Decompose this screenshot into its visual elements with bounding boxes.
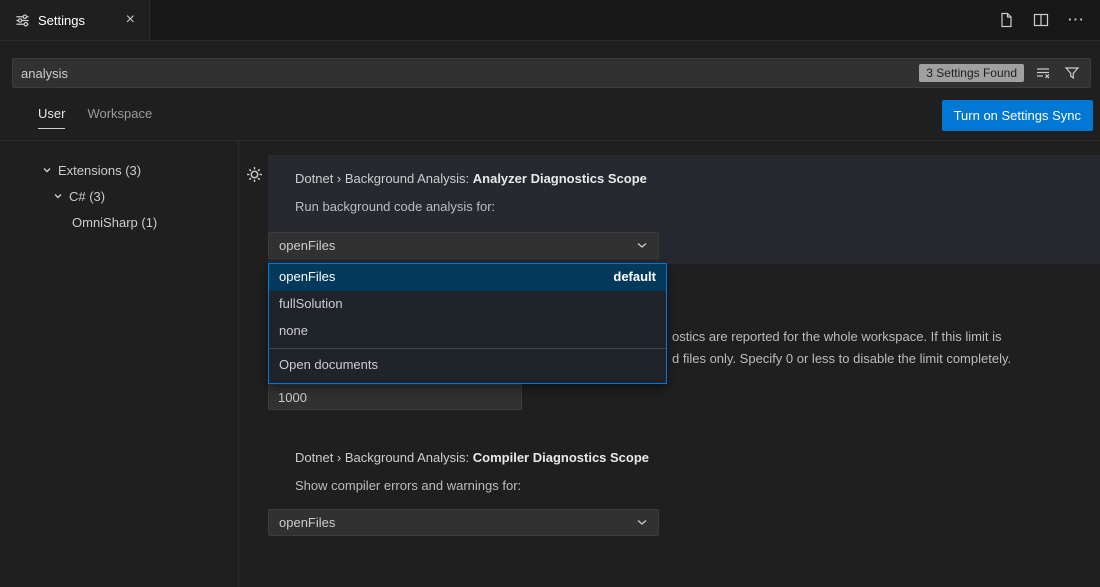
diagnostics-limit-input[interactable] bbox=[268, 384, 522, 410]
close-icon[interactable]: × bbox=[122, 11, 139, 29]
editor-actions: ⋯ bbox=[996, 0, 1086, 40]
filter-icon[interactable] bbox=[1062, 63, 1082, 83]
setting-description: Show compiler errors and warnings for: bbox=[295, 478, 521, 493]
select-value: openFiles bbox=[279, 238, 335, 253]
setting-title: Dotnet › Background Analysis: Compiler D… bbox=[295, 450, 649, 465]
setting-name: Analyzer Diagnostics Scope bbox=[473, 171, 647, 186]
clear-filters-icon[interactable] bbox=[1033, 63, 1053, 83]
tab-settings[interactable]: Settings × bbox=[0, 0, 150, 40]
settings-list: Dotnet › Background Analysis: Analyzer D… bbox=[239, 141, 1100, 587]
editor-tab-bar: Settings × ⋯ bbox=[0, 0, 1100, 41]
scope-tabs: User Workspace bbox=[38, 102, 152, 129]
chevron-down-icon[interactable] bbox=[50, 191, 66, 201]
select-value: openFiles bbox=[279, 515, 335, 530]
tree-item-label: Extensions (3) bbox=[58, 163, 141, 178]
settings-found-badge: 3 Settings Found bbox=[919, 64, 1024, 82]
setting-description: Run background code analysis for: bbox=[295, 199, 495, 214]
setting-name: Compiler Diagnostics Scope bbox=[473, 450, 649, 465]
settings-search-bar: 3 Settings Found bbox=[12, 58, 1091, 88]
setting-category: Dotnet › Background Analysis: bbox=[295, 450, 473, 465]
tree-item-label: C# (3) bbox=[69, 189, 105, 204]
chevron-down-icon[interactable] bbox=[39, 165, 55, 175]
gear-icon[interactable] bbox=[246, 166, 264, 184]
tree-item-omnisharp[interactable]: OmniSharp (1) bbox=[0, 209, 238, 235]
setting-analyzer-diagnostics-scope: Dotnet › Background Analysis: Analyzer D… bbox=[268, 155, 1100, 264]
search-controls: 3 Settings Found bbox=[919, 63, 1090, 83]
open-settings-json-icon[interactable] bbox=[996, 10, 1016, 30]
option-label: fullSolution bbox=[279, 291, 343, 318]
tree-item-extensions[interactable]: Extensions (3) bbox=[0, 157, 238, 183]
settings-tree: Extensions (3) C# (3) OmniSharp (1) bbox=[0, 141, 239, 587]
search-input[interactable] bbox=[13, 59, 919, 87]
tree-item-label: OmniSharp (1) bbox=[72, 215, 157, 230]
more-actions-icon[interactable]: ⋯ bbox=[1066, 10, 1086, 30]
analyzer-scope-select[interactable]: openFiles bbox=[268, 232, 659, 259]
setting-description-truncated: ostics are reported for the whole worksp… bbox=[672, 329, 1001, 344]
setting-title: Dotnet › Background Analysis: Analyzer D… bbox=[295, 171, 647, 186]
tab-workspace[interactable]: Workspace bbox=[87, 102, 152, 129]
tab-title: Settings bbox=[38, 13, 114, 28]
tree-item-csharp[interactable]: C# (3) bbox=[0, 183, 238, 209]
split-editor-icon[interactable] bbox=[1031, 10, 1051, 30]
vscode-settings-editor: Settings × ⋯ 3 Settings Found bbox=[0, 0, 1100, 587]
dropdown-option-fullsolution[interactable]: fullSolution bbox=[269, 291, 666, 318]
setting-category: Dotnet › Background Analysis: bbox=[295, 171, 473, 186]
option-default-badge: default bbox=[613, 264, 656, 291]
tab-user[interactable]: User bbox=[38, 102, 65, 129]
chevron-down-icon bbox=[636, 238, 648, 253]
settings-scope-header: User Workspace Turn on Settings Sync bbox=[0, 90, 1100, 141]
analyzer-scope-dropdown: openFiles default fullSolution none Open… bbox=[268, 263, 667, 384]
dropdown-option-description: Open documents bbox=[269, 349, 666, 383]
option-label: openFiles bbox=[279, 264, 335, 291]
search-input-container: 3 Settings Found bbox=[12, 58, 1091, 88]
option-label: none bbox=[279, 318, 308, 345]
setting-description-truncated: d files only. Specify 0 or less to disab… bbox=[672, 351, 1011, 366]
dropdown-option-none[interactable]: none bbox=[269, 318, 666, 345]
settings-sliders-icon bbox=[14, 12, 30, 28]
turn-on-settings-sync-button[interactable]: Turn on Settings Sync bbox=[942, 100, 1093, 131]
dropdown-option-openfiles[interactable]: openFiles default bbox=[269, 264, 666, 291]
compiler-scope-select[interactable]: openFiles bbox=[268, 509, 659, 536]
chevron-down-icon bbox=[636, 515, 648, 530]
settings-body: Extensions (3) C# (3) OmniSharp (1) bbox=[0, 141, 1100, 587]
